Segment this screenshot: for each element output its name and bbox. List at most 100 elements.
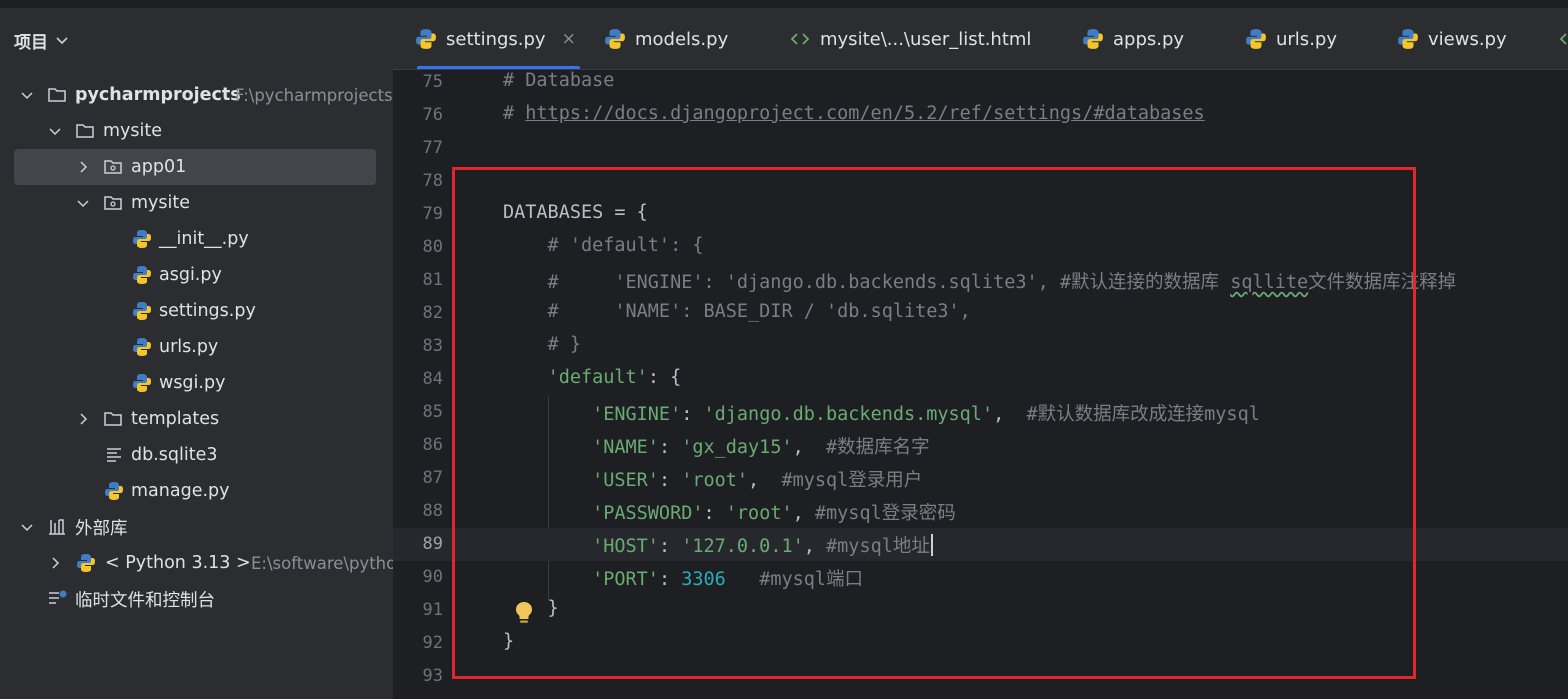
code-text: # https://docs.djangoproject.com/en/5.2/…: [503, 103, 1205, 124]
line-number[interactable]: 88: [393, 501, 443, 521]
tab-user-list-html[interactable]: mysite\...\user_list.html: [789, 8, 1031, 69]
tab-settings-py[interactable]: settings.py ×: [415, 8, 580, 69]
code-text: # 'default': {: [503, 235, 704, 256]
tree-item-asgi-py[interactable]: asgi.py: [14, 257, 376, 293]
project-view-selector[interactable]: 项目: [14, 27, 70, 53]
code-token-plain: ,: [748, 470, 782, 491]
tree-item-label: __init__.py: [159, 229, 249, 249]
line-number[interactable]: 78: [393, 171, 443, 191]
code-line[interactable]: 85 'ENGINE': 'django.db.backends.mysql',…: [393, 396, 1568, 429]
line-number[interactable]: 82: [393, 303, 443, 323]
code-line[interactable]: 91 }: [393, 594, 1568, 627]
code-token-str: 'ENGINE': [592, 404, 682, 425]
html-file-icon: [790, 33, 810, 45]
code-text: # }: [503, 334, 581, 355]
code-line[interactable]: 93: [393, 660, 1568, 693]
code-line[interactable]: 88 'PASSWORD': 'root', #mysql登录密码: [393, 495, 1568, 528]
chevron-right-icon[interactable]: [48, 556, 62, 570]
chevron-down-icon: [56, 37, 68, 45]
tree-item-label: asgi.py: [159, 265, 222, 285]
tab-apps-py[interactable]: apps.py: [1082, 8, 1184, 69]
tree-item-python-sdk[interactable]: < Python 3.13 > E:\software\python: [14, 545, 393, 581]
code-line[interactable]: 82 # 'NAME': BASE_DIR / 'db.sqlite3',: [393, 297, 1568, 330]
line-number[interactable]: 81: [393, 270, 443, 290]
line-number[interactable]: 75: [393, 72, 443, 92]
tree-item-db-sqlite3[interactable]: db.sqlite3: [14, 437, 376, 473]
code-line[interactable]: 78: [393, 165, 1568, 198]
scratches-icon: [49, 590, 67, 604]
line-number[interactable]: 77: [393, 138, 443, 158]
chevron-down-icon[interactable]: [48, 124, 62, 138]
chevron-right-icon[interactable]: [76, 412, 90, 426]
line-number[interactable]: 84: [393, 369, 443, 389]
line-number[interactable]: 80: [393, 237, 443, 257]
tree-item-app01[interactable]: app01: [14, 149, 376, 185]
tab-models-py[interactable]: models.py: [604, 8, 728, 69]
tab-views-py[interactable]: views.py: [1397, 8, 1507, 69]
tab-urls-py[interactable]: urls.py: [1245, 8, 1337, 69]
tree-item-init-py[interactable]: __init__.py: [14, 221, 376, 257]
python-file-icon: [133, 230, 151, 248]
line-number[interactable]: 92: [393, 633, 443, 653]
project-panel: 项目 pycharmprojects F:\pycharmprojects my…: [0, 0, 393, 699]
line-number[interactable]: 87: [393, 468, 443, 488]
code-line[interactable]: 86 'NAME': 'gx_day15', #数据库名字: [393, 429, 1568, 462]
code-line[interactable]: 84 'default': {: [393, 363, 1568, 396]
line-number[interactable]: 86: [393, 435, 443, 455]
code-line[interactable]: 81 # 'ENGINE': 'django.db.backends.sqlit…: [393, 264, 1568, 297]
tree-item-urls-py[interactable]: urls.py: [14, 329, 376, 365]
tree-item-templates[interactable]: templates: [14, 401, 376, 437]
code-token-str: 'root': [725, 503, 793, 524]
code-line[interactable]: 92}: [393, 627, 1568, 660]
code-token-comment: sqllite: [1230, 272, 1309, 293]
code-line[interactable]: 87 'USER': 'root', #mysql登录用户: [393, 462, 1568, 495]
tree-item-wsgi-py[interactable]: wsgi.py: [14, 365, 376, 401]
code-token-plain: :: [658, 470, 682, 491]
code-editor[interactable]: 75 # Database 76 # https://docs.djangoproje…: [393, 70, 1568, 699]
code-text: }: [503, 598, 559, 619]
code-line[interactable]: 79 DATABASES = {: [393, 198, 1568, 231]
tree-item-path: E:\software\python: [251, 553, 393, 573]
tree-item-mysite-package[interactable]: mysite: [14, 185, 376, 221]
chevron-down-icon[interactable]: [76, 196, 90, 210]
line-number[interactable]: 83: [393, 336, 443, 356]
library-icon: [49, 519, 65, 535]
code-line[interactable]: 90 'PORT': 3306 #mysql端口: [393, 561, 1568, 594]
code-token-plain: :: [658, 536, 682, 557]
chevron-down-icon[interactable]: [20, 520, 34, 534]
line-number[interactable]: 89: [393, 534, 443, 554]
tree-item-pycharmprojects[interactable]: pycharmprojects F:\pycharmprojects: [14, 77, 393, 113]
chevron-down-icon[interactable]: [20, 88, 34, 102]
line-number[interactable]: 90: [393, 567, 443, 587]
line-number[interactable]: 93: [393, 666, 443, 686]
line-number[interactable]: 91: [393, 600, 443, 620]
line-number[interactable]: 79: [393, 204, 443, 224]
chevron-right-icon[interactable]: [76, 160, 90, 174]
code-token-comment: #mysql登录密码: [814, 503, 956, 524]
code-line[interactable]: 76 # https://docs.djangoproject.com/en/5.…: [393, 99, 1568, 132]
html-file-icon[interactable]: [1557, 30, 1568, 48]
close-icon[interactable]: ×: [562, 29, 576, 49]
code-line[interactable]: 77: [393, 132, 1568, 165]
code-token-str: 'USER': [592, 470, 659, 491]
python-file-icon: [1083, 29, 1103, 49]
code-token-num: 3306: [681, 569, 726, 590]
tree-item-settings-py[interactable]: settings.py: [14, 293, 376, 329]
line-number[interactable]: 76: [393, 105, 443, 125]
code-line[interactable]: 89 'HOST': '127.0.0.1', #mysql地址: [393, 528, 1568, 561]
tree-item-mysite-root[interactable]: mysite: [14, 113, 376, 149]
package-folder-icon: [104, 196, 122, 210]
tree-item-manage-py[interactable]: manage.py: [14, 473, 376, 509]
code-text: # 'ENGINE': 'django.db.backends.sqlite3'…: [503, 268, 1457, 294]
tree-item-label: 临时文件和控制台: [75, 590, 215, 611]
code-line[interactable]: 80 # 'default': {: [393, 231, 1568, 264]
python-file-icon: [105, 482, 123, 500]
code-line[interactable]: 83 # }: [393, 330, 1568, 363]
tree-item-scratches-consoles[interactable]: 临时文件和控制台: [14, 581, 376, 617]
code-token-plain: :: [703, 503, 726, 524]
code-line[interactable]: 75 # Database: [393, 66, 1568, 99]
tree-item-external-libraries[interactable]: 外部库: [14, 509, 376, 545]
line-number[interactable]: 85: [393, 402, 443, 422]
python-file-icon: [416, 29, 436, 49]
